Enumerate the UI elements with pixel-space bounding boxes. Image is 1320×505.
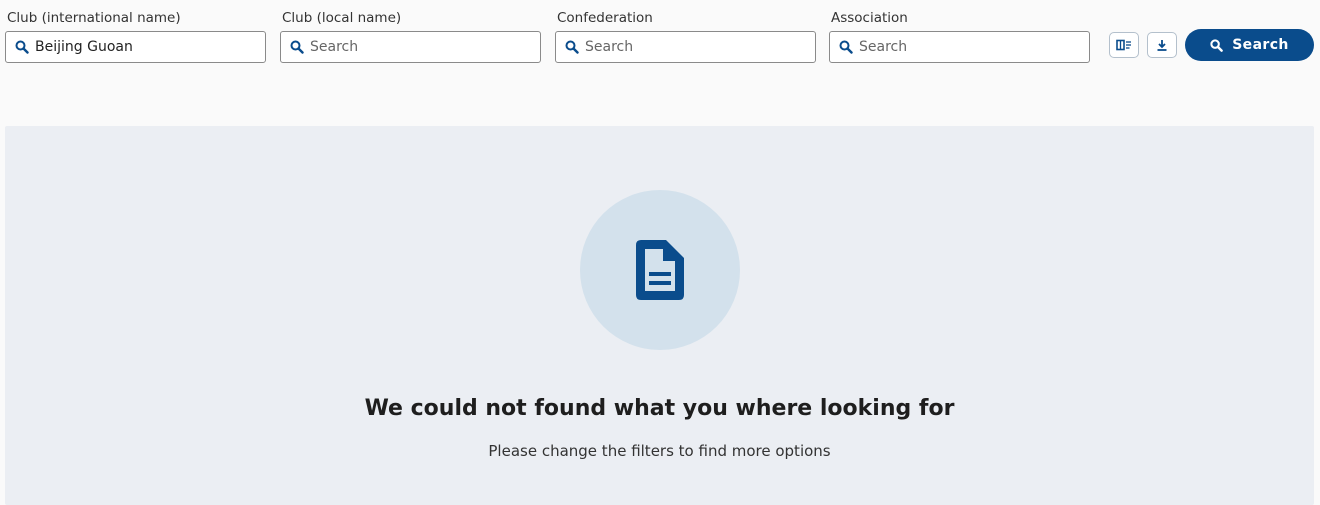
empty-state-title: We could not found what you where lookin… xyxy=(364,396,955,421)
filter-confederation: Confederation xyxy=(555,8,816,63)
empty-state-panel: We could not found what you where lookin… xyxy=(5,126,1314,505)
filter-club-international: Club (international name) xyxy=(5,8,266,63)
search-icon xyxy=(565,39,581,55)
confederation-input[interactable] xyxy=(585,39,805,55)
table-columns-icon xyxy=(1116,39,1132,51)
filter-label: Club (international name) xyxy=(7,10,181,26)
search-icon xyxy=(1210,38,1224,52)
empty-state-circle xyxy=(580,190,740,350)
filter-label: Association xyxy=(831,10,908,26)
document-icon xyxy=(632,237,688,303)
empty-state-subtitle: Please change the filters to find more o… xyxy=(488,442,831,460)
search-field[interactable] xyxy=(555,31,816,63)
download-icon xyxy=(1156,39,1168,51)
association-input[interactable] xyxy=(859,39,1079,55)
search-field[interactable] xyxy=(5,31,266,63)
club-local-input[interactable] xyxy=(310,39,530,55)
download-button[interactable] xyxy=(1147,32,1177,58)
search-icon xyxy=(15,39,31,55)
search-field[interactable] xyxy=(829,31,1090,63)
search-icon xyxy=(839,39,855,55)
club-international-input[interactable] xyxy=(35,39,255,55)
search-icon xyxy=(290,39,306,55)
filter-association: Association xyxy=(829,8,1090,63)
search-button-label: Search xyxy=(1232,37,1289,53)
filter-club-local: Club (local name) xyxy=(280,8,541,63)
columns-button[interactable] xyxy=(1109,32,1139,58)
filter-bar: Club (international name) Club (local na… xyxy=(0,0,1320,90)
search-field[interactable] xyxy=(280,31,541,63)
search-button[interactable]: Search xyxy=(1185,29,1314,61)
filter-label: Confederation xyxy=(557,10,653,26)
filter-label: Club (local name) xyxy=(282,10,402,26)
